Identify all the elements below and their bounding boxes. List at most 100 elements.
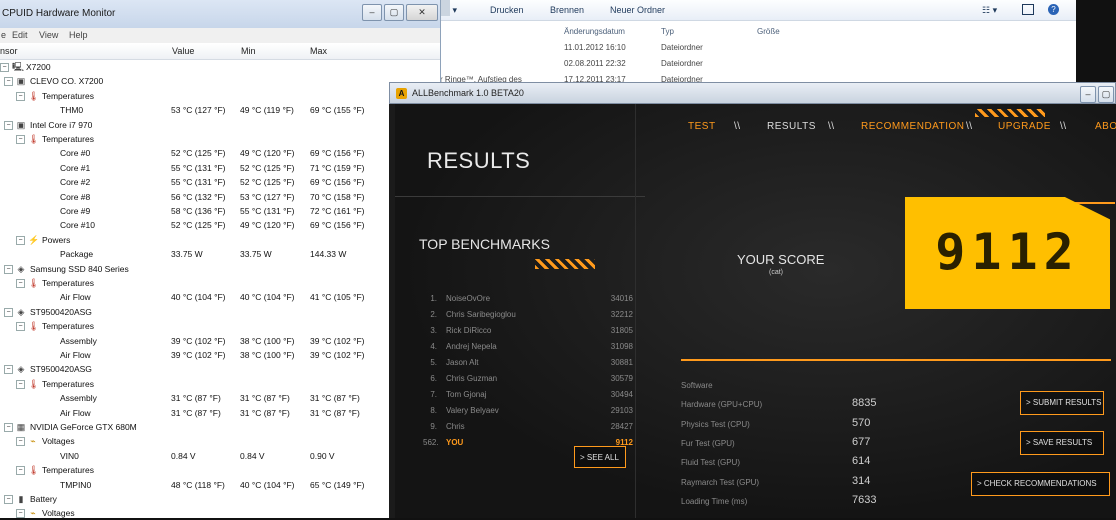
tree-node[interactable]: − 🌡 Temperatures xyxy=(0,276,440,290)
hwmonitor-titlebar[interactable]: CPUID Hardware Monitor – ▢ ✕ xyxy=(0,0,440,28)
expand-toggle-icon[interactable]: − xyxy=(4,307,13,317)
check-recommendations-button[interactable]: > CHECK RECOMMENDATIONS xyxy=(971,472,1110,496)
tree-node[interactable]: − 🌡 Temperatures xyxy=(0,319,440,333)
sensor-row[interactable]: Assembly 31 °C (87 °F) 31 °C (87 °F) 31 °C … xyxy=(0,391,440,405)
sensor-row[interactable]: Assembly 39 °C (102 °F) 38 °C (100 °F) 39 °… xyxy=(0,334,440,348)
sensor-row[interactable]: Air Flow 31 °C (87 °F) 31 °C (87 °F) 31 °C … xyxy=(0,406,440,420)
benchmark-row: 9. Chris 28427 xyxy=(423,419,633,435)
preview-pane-icon[interactable] xyxy=(1022,4,1034,15)
disk-icon: ◈ xyxy=(17,364,25,375)
save-results-button[interactable]: > SAVE RESULTS xyxy=(1020,431,1104,455)
sensor-row[interactable]: Core #10 52 °C (125 °F) 49 °C (120 °F) 69 °… xyxy=(0,218,440,232)
expand-toggle-icon[interactable]: − xyxy=(16,279,25,288)
sensor-label: Core #9 xyxy=(60,206,91,216)
neuer-ordner-button[interactable]: Neuer Ordner xyxy=(610,5,665,15)
sensor-max: 71 °C (159 °F) xyxy=(310,162,365,173)
tree-node[interactable]: − ▣ Intel Core i7 970 xyxy=(0,118,440,132)
expand-toggle-icon[interactable]: − xyxy=(4,120,13,130)
sensor-row[interactable]: TMPIN0 48 °C (118 °F) 40 °C (104 °F) 65 °C … xyxy=(0,478,440,492)
col-value[interactable]: Value xyxy=(172,46,194,56)
menu-file[interactable]: e xyxy=(1,30,6,40)
header-size[interactable]: Größe xyxy=(757,27,780,36)
brennen-button[interactable]: Brennen xyxy=(550,5,584,15)
nav-results[interactable]: RESULTS xyxy=(767,121,816,132)
tree-node[interactable]: − ◈ Samsung SSD 840 Series xyxy=(0,262,440,276)
app-logo-icon: A xyxy=(396,88,407,99)
tree-node[interactable]: − 🌡 Temperatures xyxy=(0,132,440,146)
benchmark-name: Rick DiRicco xyxy=(446,326,492,335)
tree-node[interactable]: − ▦ NVIDIA GeForce GTX 680M xyxy=(0,420,440,434)
sensor-row[interactable]: Core #0 52 °C (125 °F) 49 °C (120 °F) 69 °C… xyxy=(0,146,440,160)
minimize-button[interactable]: – xyxy=(1080,86,1096,103)
benchmark-name: Andrej Nepela xyxy=(446,342,497,351)
help-icon[interactable]: ? xyxy=(1048,4,1059,15)
expand-toggle-icon[interactable]: − xyxy=(16,437,25,447)
menu-edit[interactable]: Edit xyxy=(12,30,28,40)
sensor-label: Temperatures xyxy=(42,465,94,476)
minimize-button[interactable]: – xyxy=(362,4,382,21)
header-date[interactable]: Änderungsdatum xyxy=(564,27,625,36)
expand-toggle-icon[interactable]: − xyxy=(4,495,13,504)
nav-about[interactable]: ABOU xyxy=(1095,121,1116,132)
submit-results-button[interactable]: > SUBMIT RESULTS xyxy=(1020,391,1104,415)
menu-view[interactable]: View xyxy=(39,30,58,40)
tree-node[interactable]: − ◈ ST9500420ASG xyxy=(0,362,440,376)
menu-help[interactable]: Help xyxy=(69,30,88,40)
top-benchmarks-title: TOP BENCHMARKS xyxy=(419,236,550,252)
sensor-row[interactable]: VIN0 0.84 V 0.84 V 0.90 V xyxy=(0,449,440,463)
expand-toggle-icon[interactable]: − xyxy=(16,379,25,389)
expand-toggle-icon[interactable]: − xyxy=(0,63,9,72)
sensor-row[interactable]: Package 33.75 W 33.75 W 144.33 W xyxy=(0,247,440,261)
col-min[interactable]: Min xyxy=(241,46,256,56)
expand-toggle-icon[interactable]: − xyxy=(4,77,13,87)
nav-test[interactable]: TEST xyxy=(688,121,716,132)
tree-node[interactable]: − ▣ CLEVO CO. X7200 xyxy=(0,74,440,88)
close-button[interactable]: ✕ xyxy=(406,4,438,21)
tree-node[interactable]: − ◈ ST9500420ASG xyxy=(0,305,440,319)
view-options-button[interactable]: ☷ ▾ xyxy=(982,5,997,16)
drucken-button[interactable]: Drucken xyxy=(490,5,524,15)
metric-value: 614 xyxy=(852,455,871,468)
expand-toggle-icon[interactable]: − xyxy=(16,466,25,476)
expand-toggle-icon[interactable]: − xyxy=(16,235,25,245)
sensor-label: Assembly xyxy=(60,393,97,404)
maximize-button[interactable]: ▢ xyxy=(384,4,404,21)
tree-node[interactable]: − 🌡 Temperatures xyxy=(0,377,440,391)
sensor-row[interactable]: Core #2 55 °C (131 °F) 52 °C (125 °F) 69 °C… xyxy=(0,175,440,189)
explorer-row[interactable]: 02.08.2011 22:32 Dateiordner xyxy=(440,56,1076,72)
tree-node[interactable]: − 🌡 Temperatures xyxy=(0,89,440,103)
header-type[interactable]: Typ xyxy=(661,27,674,36)
allbenchmark-titlebar[interactable]: A ALLBenchmark 1.0 BETA20 – ▢ xyxy=(389,82,1116,104)
tree-node[interactable]: − ▮ Battery xyxy=(0,492,440,506)
expand-toggle-icon[interactable]: − xyxy=(16,509,25,519)
sensor-row[interactable]: Air Flow 40 °C (104 °F) 40 °C (104 °F) 41 °… xyxy=(0,290,440,304)
sensor-row[interactable]: THM0 53 °C (127 °F) 49 °C (119 °F) 69 °C (1… xyxy=(0,103,440,117)
sensor-value: 58 °C (136 °F) xyxy=(171,206,226,216)
col-max[interactable]: Max xyxy=(310,46,327,56)
nav-recommendation[interactable]: RECOMMENDATION xyxy=(861,121,964,132)
sensor-row[interactable]: Core #8 56 °C (132 °F) 53 °C (127 °F) 70 °C… xyxy=(0,190,440,204)
tree-node[interactable]: − ⌁ Voltages xyxy=(0,434,440,448)
sensor-row[interactable]: Air Flow 39 °C (102 °F) 38 °C (100 °F) 39 °… xyxy=(0,348,440,362)
tree-node[interactable]: − ⚡ Powers xyxy=(0,233,440,247)
tree-node[interactable]: − 🌡 Temperatures xyxy=(0,463,440,477)
col-sensor[interactable]: nsor xyxy=(0,46,18,56)
expand-toggle-icon[interactable]: − xyxy=(4,264,13,274)
expand-toggle-icon[interactable]: − xyxy=(4,365,13,375)
maximize-button[interactable]: ▢ xyxy=(1098,86,1114,103)
expand-toggle-icon[interactable]: − xyxy=(16,91,25,101)
explorer-row[interactable]: 11.01.2012 16:10 Dateiordner xyxy=(440,40,1076,56)
see-all-button[interactable]: > SEE ALL xyxy=(574,446,626,468)
metric-label: Loading Time (ms) xyxy=(681,496,748,506)
row-type: Dateiordner xyxy=(661,43,703,52)
sensor-row[interactable]: Core #9 58 °C (136 °F) 55 °C (131 °F) 72 °C… xyxy=(0,204,440,218)
expand-toggle-icon[interactable]: − xyxy=(16,322,25,332)
sensor-value: 0.84 V xyxy=(171,450,196,461)
sensor-row[interactable]: Core #1 55 °C (131 °F) 52 °C (125 °F) 71 °C… xyxy=(0,161,440,175)
benchmark-score: 30494 xyxy=(610,390,633,399)
expand-toggle-icon[interactable]: − xyxy=(16,135,25,144)
expand-toggle-icon[interactable]: − xyxy=(4,423,13,432)
nav-upgrade[interactable]: UPGRADE xyxy=(998,121,1051,132)
menu-bar: e Edit View Help xyxy=(0,28,440,43)
tree-node[interactable]: − 🖳 X7200 xyxy=(0,60,440,74)
